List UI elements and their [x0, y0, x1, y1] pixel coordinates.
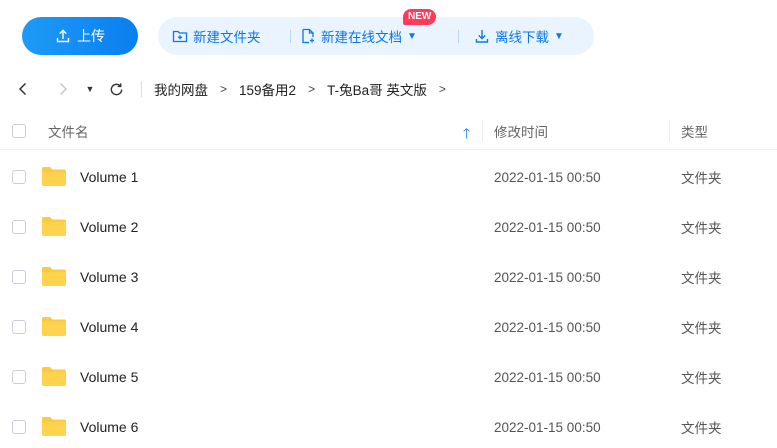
- file-modified-time: 2022-01-15 00:50: [494, 369, 601, 385]
- folder-icon: [42, 267, 66, 286]
- table-row[interactable]: Volume 4 2022-01-15 00:50 文件夹: [0, 302, 777, 352]
- nav-divider: [141, 81, 142, 97]
- file-list: Volume 1 2022-01-15 00:50 文件夹 Volume 2 2…: [0, 152, 777, 448]
- new-folder-icon: [172, 30, 188, 43]
- offline-download-button[interactable]: 离线下载 ▼: [474, 17, 564, 55]
- new-online-doc-label: 新建在线文档: [321, 30, 402, 45]
- refresh-icon: [110, 82, 122, 95]
- forward-button[interactable]: [54, 72, 72, 106]
- action-bar: 新建文件夹 新建在线文档 ▼ 离线下载 ▼: [158, 17, 594, 55]
- row-checkbox[interactable]: [12, 420, 26, 434]
- refresh-button[interactable]: [106, 72, 126, 106]
- breadcrumb: 我的网盘 > 159备用2 > T-兔Ba哥 英文版 >: [154, 72, 458, 106]
- chevron-left-icon: [18, 82, 27, 96]
- file-type: 文件夹: [681, 371, 722, 386]
- upload-button[interactable]: 上传: [22, 17, 138, 55]
- file-type: 文件夹: [681, 321, 722, 336]
- folder-icon: [42, 367, 66, 386]
- breadcrumb-bar: ▼ 我的网盘 > 159备用2 > T-兔Ba哥 英文版 >: [0, 72, 777, 106]
- caret-down-icon: ▼: [407, 30, 417, 42]
- folder-icon: [42, 317, 66, 336]
- column-divider[interactable]: [669, 120, 670, 142]
- folder-icon: [42, 167, 66, 186]
- history-dropdown-icon[interactable]: ▼: [84, 72, 96, 106]
- file-name[interactable]: Volume 4: [80, 302, 138, 352]
- breadcrumb-item-folder[interactable]: 159备用2: [239, 79, 296, 99]
- file-name[interactable]: Volume 3: [80, 252, 138, 302]
- column-header-type[interactable]: 类型: [681, 112, 708, 150]
- file-modified-time: 2022-01-15 00:50: [494, 169, 601, 185]
- folder-icon: [42, 217, 66, 236]
- file-type: 文件夹: [681, 271, 722, 286]
- file-name[interactable]: Volume 2: [80, 202, 138, 252]
- table-row[interactable]: Volume 3 2022-01-15 00:50 文件夹: [0, 252, 777, 302]
- toolbar: 上传 新建文件夹 新建在线文档 ▼ 离线下载 ▼ NEW: [0, 0, 777, 66]
- new-folder-button[interactable]: 新建文件夹: [172, 17, 261, 55]
- breadcrumb-separator: >: [220, 82, 228, 96]
- column-header-modified[interactable]: 修改时间: [494, 112, 548, 150]
- row-checkbox[interactable]: [12, 270, 26, 284]
- file-modified-time: 2022-01-15 00:50: [494, 219, 601, 235]
- sort-ascending-icon[interactable]: 🡑: [463, 123, 470, 147]
- table-row[interactable]: Volume 5 2022-01-15 00:50 文件夹: [0, 352, 777, 402]
- file-type: 文件夹: [681, 221, 722, 236]
- file-type: 文件夹: [681, 421, 722, 436]
- row-checkbox[interactable]: [12, 370, 26, 384]
- toolbar-divider: [458, 30, 459, 43]
- download-icon: [475, 30, 489, 43]
- file-modified-time: 2022-01-15 00:50: [494, 269, 601, 285]
- breadcrumb-item-current[interactable]: T-兔Ba哥 英文版: [327, 79, 427, 99]
- folder-icon: [42, 417, 66, 436]
- row-checkbox[interactable]: [12, 170, 26, 184]
- toolbar-divider: [290, 30, 291, 43]
- file-type: 文件夹: [681, 171, 722, 186]
- table-row[interactable]: Volume 6 2022-01-15 00:50 文件夹: [0, 402, 777, 448]
- row-checkbox[interactable]: [12, 320, 26, 334]
- upload-label: 上传: [77, 28, 105, 44]
- file-modified-time: 2022-01-15 00:50: [494, 419, 601, 435]
- new-folder-label: 新建文件夹: [193, 30, 261, 45]
- row-checkbox[interactable]: [12, 220, 26, 234]
- caret-down-icon: ▼: [554, 30, 564, 42]
- new-online-doc-button[interactable]: 新建在线文档 ▼: [300, 17, 417, 55]
- chevron-right-icon: [59, 82, 68, 96]
- file-name[interactable]: Volume 1: [80, 152, 138, 202]
- back-button[interactable]: [14, 72, 32, 106]
- new-badge: NEW: [403, 9, 437, 25]
- table-row[interactable]: Volume 1 2022-01-15 00:50 文件夹: [0, 152, 777, 202]
- offline-download-label: 离线下载: [495, 30, 549, 45]
- file-name[interactable]: Volume 5: [80, 352, 138, 402]
- select-all-checkbox[interactable]: [12, 124, 26, 138]
- column-header-name[interactable]: 文件名: [48, 112, 89, 150]
- breadcrumb-item-root[interactable]: 我的网盘: [154, 79, 208, 99]
- column-divider[interactable]: [482, 120, 483, 142]
- file-modified-time: 2022-01-15 00:50: [494, 319, 601, 335]
- new-doc-icon: [302, 28, 314, 44]
- breadcrumb-separator: >: [438, 82, 446, 96]
- table-header: 文件名 🡑 修改时间 类型: [0, 112, 777, 150]
- table-row[interactable]: Volume 2 2022-01-15 00:50 文件夹: [0, 202, 777, 252]
- upload-icon: [56, 29, 70, 43]
- file-name[interactable]: Volume 6: [80, 402, 138, 448]
- breadcrumb-separator: >: [308, 82, 316, 96]
